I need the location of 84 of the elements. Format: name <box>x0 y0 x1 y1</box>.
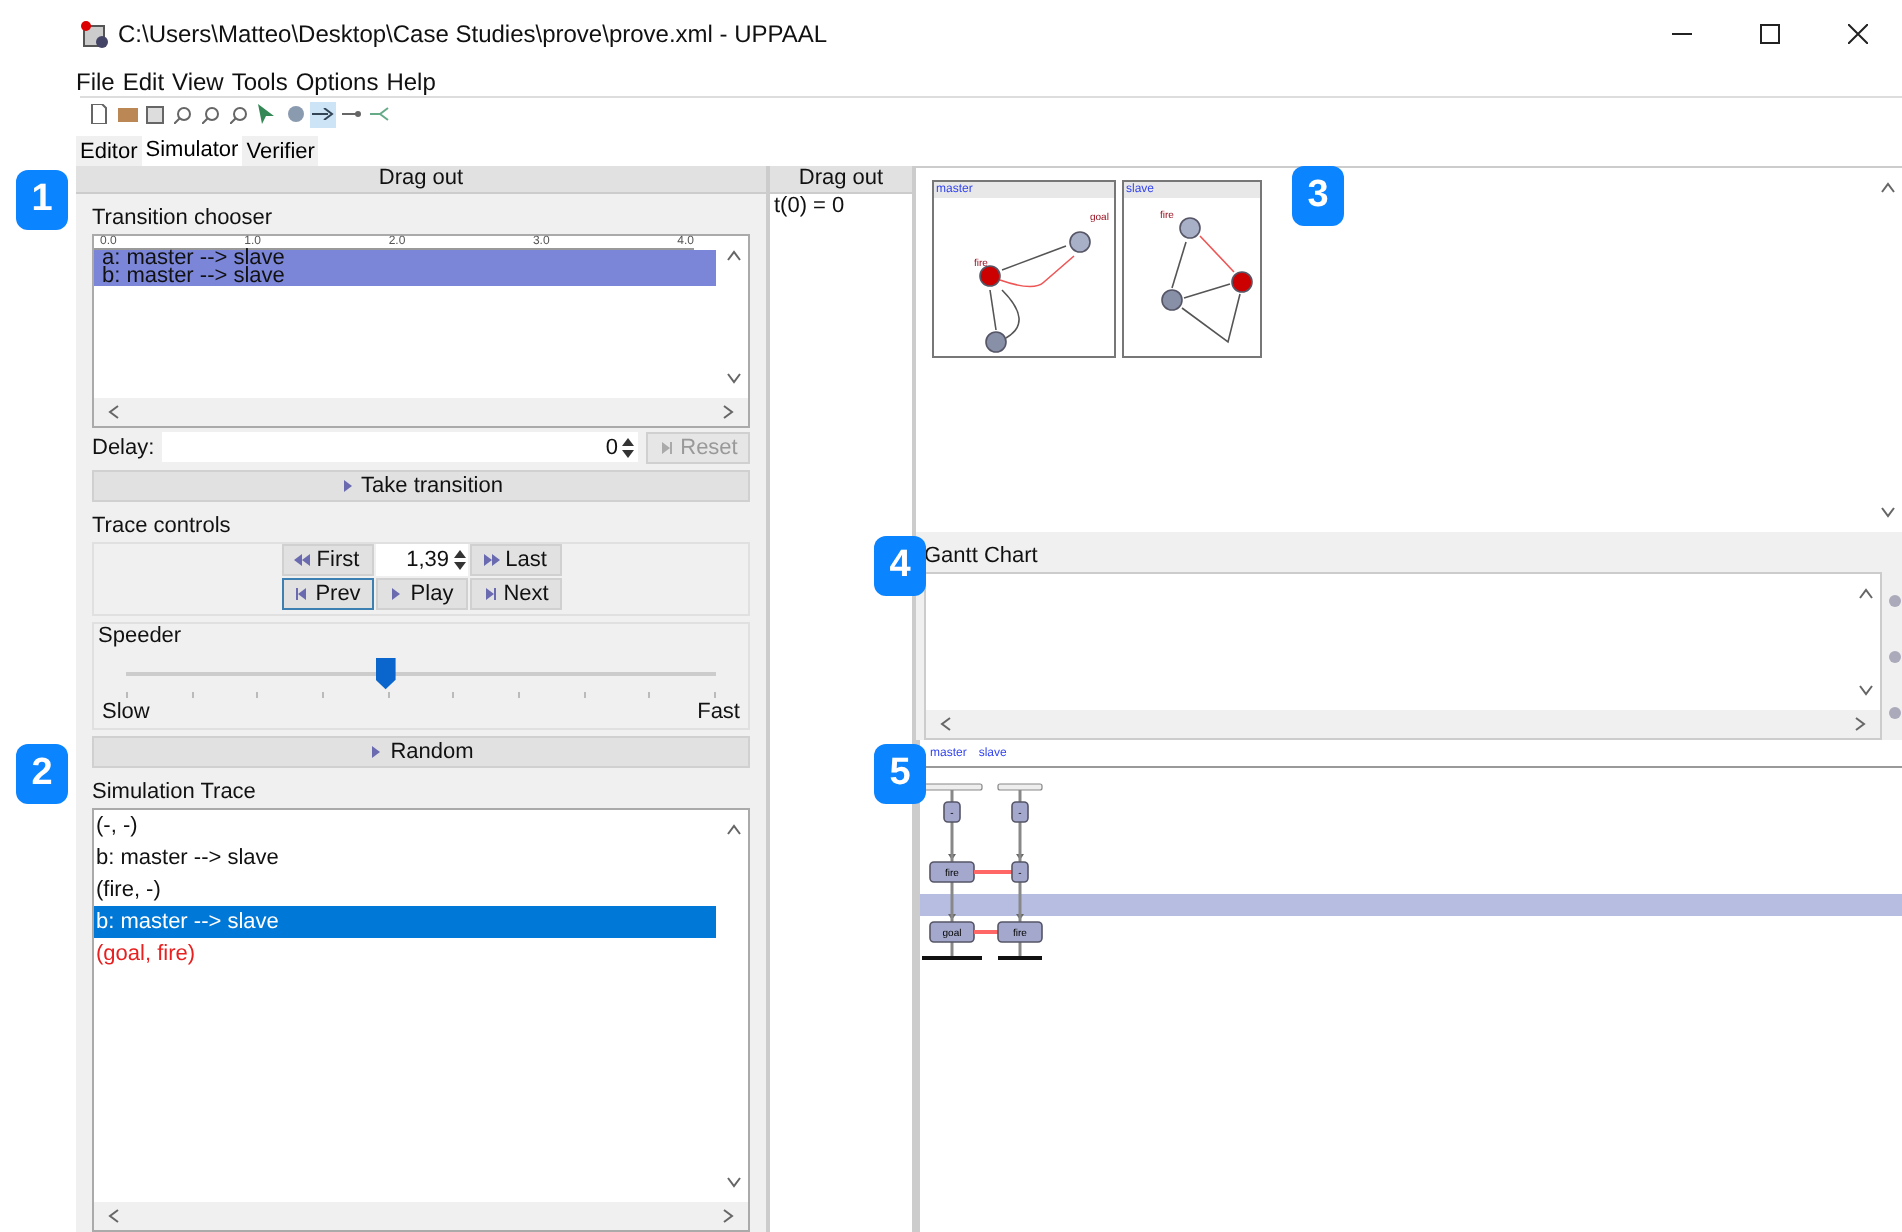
trace-item[interactable]: (goal, fire) <box>94 937 716 970</box>
menu-item[interactable]: Options <box>295 68 379 96</box>
step-forward-icon <box>481 587 498 600</box>
app-icon <box>80 20 110 48</box>
tab[interactable]: Editor <box>76 136 142 166</box>
section-title: Transition chooser <box>92 205 275 230</box>
transition-step[interactable] <box>948 854 1024 860</box>
tab[interactable]: Verifier <box>242 136 319 166</box>
step-forward-icon <box>658 441 675 454</box>
arrow-icon <box>312 108 334 120</box>
menu-item[interactable]: View <box>172 68 224 96</box>
pointer-icon <box>258 104 276 124</box>
zoom-icon <box>230 105 248 123</box>
menu-item[interactable]: Edit <box>122 68 165 96</box>
trace-button[interactable]: Next <box>469 577 561 610</box>
scroll-right-icon[interactable] <box>1852 716 1868 732</box>
section-title: Trace controls <box>92 513 233 538</box>
menu-item[interactable]: Help <box>386 68 436 96</box>
callout-badge: 2 <box>16 744 68 804</box>
callout-badge: 3 <box>1292 166 1344 226</box>
new-file-icon <box>90 104 108 124</box>
step-field[interactable]: 1,39 <box>375 543 467 576</box>
delay-field[interactable]: 0 <box>162 432 638 463</box>
scroll-left-icon[interactable] <box>938 716 954 732</box>
spinner-arrows-icon[interactable] <box>622 437 634 458</box>
step-back-icon <box>293 587 310 600</box>
save-icon <box>146 105 164 123</box>
zoom-icon <box>174 105 192 123</box>
automaton-drawing <box>1161 217 1253 344</box>
menu-item[interactable]: Tools <box>231 68 288 96</box>
play-icon <box>388 587 405 600</box>
scroll-left-icon[interactable] <box>106 1207 122 1224</box>
random-button[interactable]: Random <box>92 735 750 768</box>
callout-badge: 1 <box>16 170 68 230</box>
double-right-icon <box>483 553 500 566</box>
nail-icon <box>341 106 361 122</box>
trace-button[interactable]: First <box>281 543 373 576</box>
toolbar-button[interactable] <box>86 101 112 127</box>
play-icon <box>339 479 356 492</box>
branch-icon <box>369 106 389 122</box>
scroll-down-icon[interactable] <box>1857 682 1873 698</box>
spinner-arrows-icon[interactable] <box>453 549 465 570</box>
scroll-up-icon[interactable] <box>1879 180 1895 196</box>
trace-list[interactable]: (-, -) b: master --> slave (fire, -) b: master --> slave (goal, fire) <box>92 807 750 1232</box>
slider-thumb[interactable] <box>375 657 396 690</box>
delay-label: Delay: <box>92 435 155 460</box>
callout-badge: 5 <box>874 744 926 804</box>
trace-button[interactable]: Play <box>375 577 467 610</box>
close-icon <box>1848 24 1868 44</box>
folder-icon <box>117 106 137 122</box>
take-transition-button[interactable]: Take transition <box>92 469 750 502</box>
scroll-up-icon[interactable] <box>1857 586 1873 602</box>
scroll-up-icon[interactable] <box>725 821 741 838</box>
fast-label: Fast <box>697 699 740 724</box>
slow-label: Slow <box>102 699 150 724</box>
toolbar-button[interactable] <box>310 101 336 127</box>
trace-button[interactable]: Prev <box>281 577 373 610</box>
speeder-label: Speeder <box>98 623 182 648</box>
scroll-down-icon[interactable] <box>1879 504 1895 520</box>
toolbar-button[interactable] <box>198 101 224 127</box>
scroll-down-icon[interactable] <box>725 369 741 386</box>
toolbar-button[interactable] <box>142 101 168 127</box>
variable-value: t(0) = 0 <box>772 194 847 218</box>
trace-button[interactable]: Last <box>469 543 561 576</box>
section-title: Simulation Trace <box>92 779 258 804</box>
toolbar-button[interactable] <box>226 101 252 127</box>
pane-header[interactable]: Drag out <box>76 166 766 194</box>
toolbar-button[interactable] <box>170 101 196 127</box>
circle-icon <box>285 104 305 124</box>
gantt-title: Gantt Chart <box>924 544 1040 568</box>
pane-header[interactable]: Drag out <box>770 166 912 194</box>
double-left-icon <box>294 553 311 566</box>
play-icon <box>368 745 385 758</box>
zoom-icon <box>202 105 220 123</box>
scroll-left-icon[interactable] <box>106 403 122 420</box>
trace-item[interactable]: b: master --> slave <box>94 905 716 938</box>
scroll-up-icon[interactable] <box>725 247 741 264</box>
scroll-right-icon[interactable] <box>720 403 736 420</box>
scroll-right-icon[interactable] <box>720 1207 736 1224</box>
window-title: C:\Users\Matteo\Desktop\Case Studies\prove\prove.xml - UPPAAL <box>118 20 828 48</box>
maximize-icon <box>1760 24 1780 44</box>
menu-item[interactable]: File <box>76 68 115 96</box>
scroll-down-icon[interactable] <box>725 1173 741 1190</box>
callout-badge: 4 <box>874 536 926 596</box>
